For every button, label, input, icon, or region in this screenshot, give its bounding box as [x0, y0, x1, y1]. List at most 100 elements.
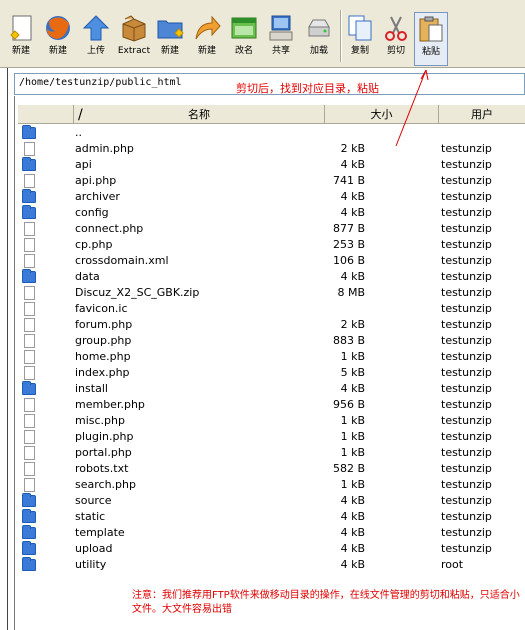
new-link-label: 新建 — [197, 46, 216, 56]
file-size: 1 kB — [340, 478, 365, 491]
folder-row[interactable]: config 4 kB testunzip — [18, 205, 525, 221]
extract-button[interactable]: Extract — [116, 8, 152, 66]
new-link-arrow-icon — [195, 15, 221, 40]
cut-label: 剪切 — [386, 46, 405, 56]
cut-button[interactable]: 剪切 — [380, 8, 412, 66]
file-icon — [24, 174, 35, 188]
file-size: 5 kB — [340, 366, 365, 379]
new-browser-button[interactable]: 新建 — [42, 8, 74, 66]
file-row[interactable]: home.php 1 kB testunzip — [18, 349, 525, 365]
file-row[interactable]: group.php 883 B testunzip — [18, 333, 525, 349]
file-size: 956 B — [332, 398, 365, 411]
file-row[interactable]: favicon.ic testunzip — [18, 301, 525, 317]
new-folder-button[interactable]: 新建 — [154, 8, 186, 66]
file-name: admin.php — [75, 142, 134, 155]
folder-row[interactable]: template 4 kB testunzip — [18, 525, 525, 541]
file-row[interactable]: plugin.php 1 kB testunzip — [18, 429, 525, 445]
new-file-button[interactable]: 新建 — [6, 8, 36, 66]
file-row[interactable]: admin.php 2 kB testunzip — [18, 141, 525, 157]
file-user: testunzip — [441, 414, 492, 427]
file-user: testunzip — [441, 158, 492, 171]
file-icon — [24, 318, 35, 332]
copy-button[interactable]: 复制 — [344, 8, 376, 66]
file-size: 4 kB — [340, 158, 365, 171]
upload-button[interactable]: 上传 — [80, 8, 112, 66]
left-frame-line-inner — [14, 96, 15, 630]
file-user: testunzip — [441, 270, 492, 283]
rename-label: 改名 — [234, 46, 253, 56]
folder-row[interactable]: source 4 kB testunzip — [18, 493, 525, 509]
file-icon — [24, 366, 35, 380]
folder-row[interactable]: api 4 kB testunzip — [18, 157, 525, 173]
file-user: testunzip — [441, 350, 492, 363]
file-row[interactable]: search.php 1 kB testunzip — [18, 477, 525, 493]
file-size: 1 kB — [340, 446, 365, 459]
file-user: testunzip — [441, 254, 492, 267]
file-row[interactable]: api.php 741 B testunzip — [18, 173, 525, 189]
path-text: /home/testunzip/public_html — [19, 77, 182, 88]
file-name: data — [75, 270, 100, 283]
file-name: index.php — [75, 366, 130, 379]
file-size: 4 kB — [340, 494, 365, 507]
folder-row[interactable]: utility 4 kB root — [18, 557, 525, 573]
file-size: 2 kB — [340, 318, 365, 331]
file-icon — [24, 430, 35, 444]
folder-icon — [22, 557, 36, 571]
folder-row[interactable]: data 4 kB testunzip — [18, 269, 525, 285]
file-row[interactable]: connect.php 877 B testunzip — [18, 221, 525, 237]
new-file-label: 新建 — [11, 46, 30, 56]
file-row[interactable]: portal.php 1 kB testunzip — [18, 445, 525, 461]
name-column-header[interactable]: 名称 — [74, 105, 325, 124]
file-icon — [24, 254, 35, 268]
folder-row[interactable]: install 4 kB testunzip — [18, 381, 525, 397]
folder-row[interactable]: archiver 4 kB testunzip — [18, 189, 525, 205]
sort-column-header[interactable]: / — [18, 105, 83, 124]
file-row[interactable]: forum.php 2 kB testunzip — [18, 317, 525, 333]
file-size: 4 kB — [340, 270, 365, 283]
file-size: 4 kB — [340, 542, 365, 555]
new-file-icon — [10, 15, 32, 41]
folder-row[interactable]: upload 4 kB testunzip — [18, 541, 525, 557]
paste-button[interactable]: 粘贴 — [414, 12, 448, 66]
share-button[interactable]: 共享 — [264, 8, 298, 66]
size-column-header[interactable]: 大小 — [325, 105, 439, 124]
new-link-button[interactable]: 新建 — [190, 8, 224, 66]
file-row[interactable]: crossdomain.xml 106 B testunzip — [18, 253, 525, 269]
paste-clipboard-icon — [419, 16, 443, 42]
file-row[interactable]: cp.php 253 B testunzip — [18, 237, 525, 253]
load-button[interactable]: 加载 — [302, 8, 336, 66]
folder-icon — [22, 189, 36, 203]
upload-label: 上传 — [86, 46, 105, 56]
file-name: group.php — [75, 334, 132, 347]
file-name: member.php — [75, 398, 145, 411]
file-user: testunzip — [441, 206, 492, 219]
file-user: testunzip — [441, 510, 492, 523]
share-computer-icon — [269, 15, 293, 41]
file-row[interactable]: Discuz_X2_SC_GBK.zip 8 MB testunzip — [18, 285, 525, 301]
folder-row[interactable]: .. — [18, 125, 525, 141]
file-size: 582 B — [332, 462, 365, 475]
rename-button[interactable]: 改名 — [228, 8, 260, 66]
file-row[interactable]: robots.txt 582 B testunzip — [18, 461, 525, 477]
file-name: template — [75, 526, 125, 539]
file-row[interactable]: index.php 5 kB testunzip — [18, 365, 525, 381]
file-user: testunzip — [441, 526, 492, 539]
file-icon — [24, 398, 35, 412]
file-user: testunzip — [441, 318, 492, 331]
file-size: 2 kB — [340, 142, 365, 155]
paste-label: 粘贴 — [421, 47, 440, 57]
file-name: robots.txt — [75, 462, 129, 475]
rename-window-icon — [231, 17, 257, 39]
file-row[interactable]: member.php 956 B testunzip — [18, 397, 525, 413]
file-name: install — [75, 382, 108, 395]
user-column-header[interactable]: 用户 — [439, 105, 525, 124]
file-user: root — [441, 558, 464, 571]
file-user: testunzip — [441, 334, 492, 347]
file-size: 1 kB — [340, 350, 365, 363]
file-user: testunzip — [441, 478, 492, 491]
folder-row[interactable]: static 4 kB testunzip — [18, 509, 525, 525]
file-user: testunzip — [441, 286, 492, 299]
file-user: testunzip — [441, 302, 492, 315]
file-row[interactable]: misc.php 1 kB testunzip — [18, 413, 525, 429]
file-user: testunzip — [441, 382, 492, 395]
